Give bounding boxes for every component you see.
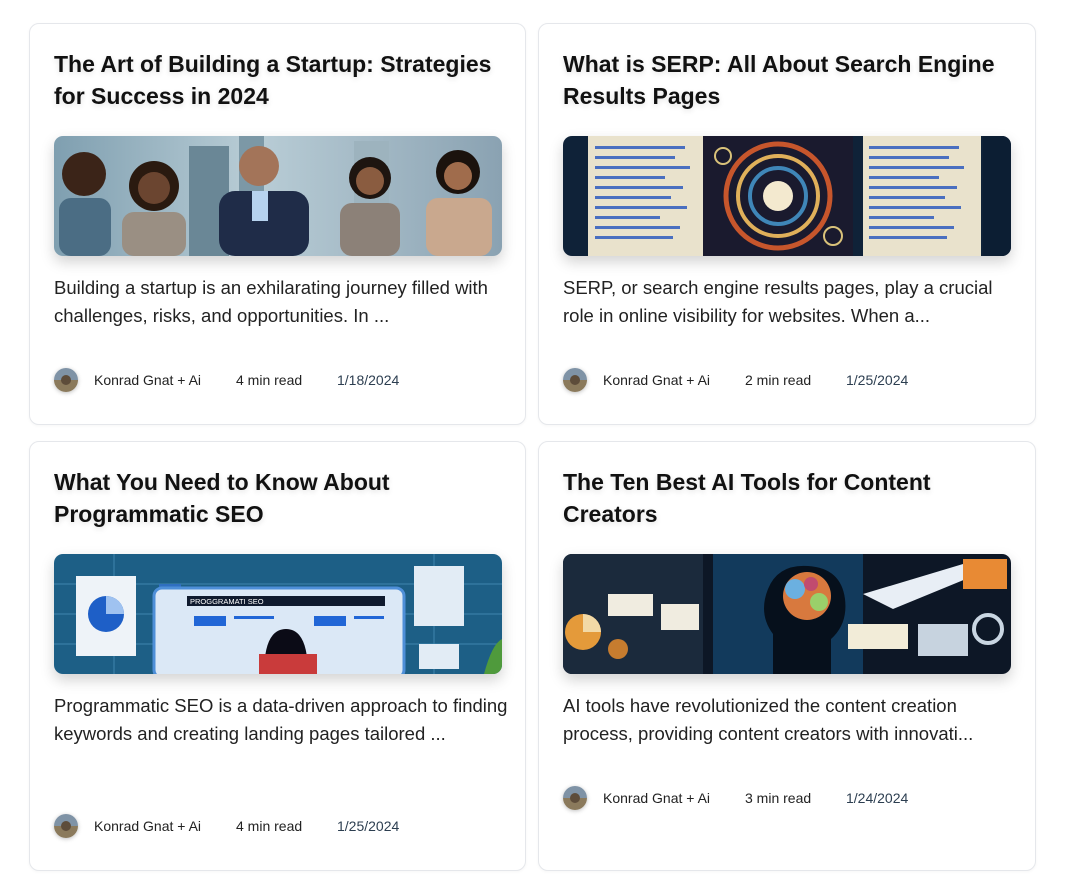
post-card[interactable]: The Art of Building a Startup: Strategie… <box>29 23 526 425</box>
post-card[interactable]: What You Need to Know About Programmatic… <box>29 441 526 871</box>
post-date: 1/25/2024 <box>846 372 909 388</box>
author-avatar <box>563 786 587 810</box>
post-excerpt: AI tools have revolutionized the content… <box>563 695 974 744</box>
read-time: 3 min read <box>745 790 812 806</box>
post-card[interactable]: What is SERP: All About Search Engine Re… <box>538 23 1036 425</box>
post-date: 1/24/2024 <box>846 790 909 806</box>
author-name: Konrad Gnat + Ai <box>603 372 711 388</box>
post-excerpt: SERP, or search engine results pages, pl… <box>563 277 993 326</box>
author-avatar <box>563 368 587 392</box>
read-time: 4 min read <box>236 818 303 834</box>
post-excerpt: Programmatic SEO is a data-driven approa… <box>54 695 508 744</box>
read-time: 4 min read <box>236 372 303 388</box>
post-excerpt: Building a startup is an exhilarating jo… <box>54 277 488 326</box>
post-image[interactable] <box>563 136 1011 256</box>
post-image[interactable]: PROGGRAMATI SEO <box>54 554 502 674</box>
post-meta: Konrad Gnat + Ai 4 min read 1/25/2024 <box>54 814 399 838</box>
post-date: 1/25/2024 <box>337 818 400 834</box>
author-name: Konrad Gnat + Ai <box>603 790 711 806</box>
post-title[interactable]: What You Need to Know About Programmatic… <box>54 466 506 530</box>
post-image[interactable] <box>563 554 1011 674</box>
post-card[interactable]: The Ten Best AI Tools for Content Creato… <box>538 441 1036 871</box>
post-meta: Konrad Gnat + Ai 4 min read 1/18/2024 <box>54 368 399 392</box>
post-meta: Konrad Gnat + Ai 3 min read 1/24/2024 <box>563 786 908 810</box>
post-image[interactable] <box>54 136 502 256</box>
post-title[interactable]: The Ten Best AI Tools for Content Creato… <box>563 466 1015 530</box>
post-title[interactable]: What is SERP: All About Search Engine Re… <box>563 48 1015 112</box>
author-avatar <box>54 368 78 392</box>
author-avatar <box>54 814 78 838</box>
author-name: Konrad Gnat + Ai <box>94 372 202 388</box>
author-name: Konrad Gnat + Ai <box>94 818 202 834</box>
post-title[interactable]: The Art of Building a Startup: Strategie… <box>54 48 506 112</box>
post-date: 1/18/2024 <box>337 372 400 388</box>
image-caption: PROGGRAMATI SEO <box>190 597 264 606</box>
post-meta: Konrad Gnat + Ai 2 min read 1/25/2024 <box>563 368 908 392</box>
read-time: 2 min read <box>745 372 812 388</box>
